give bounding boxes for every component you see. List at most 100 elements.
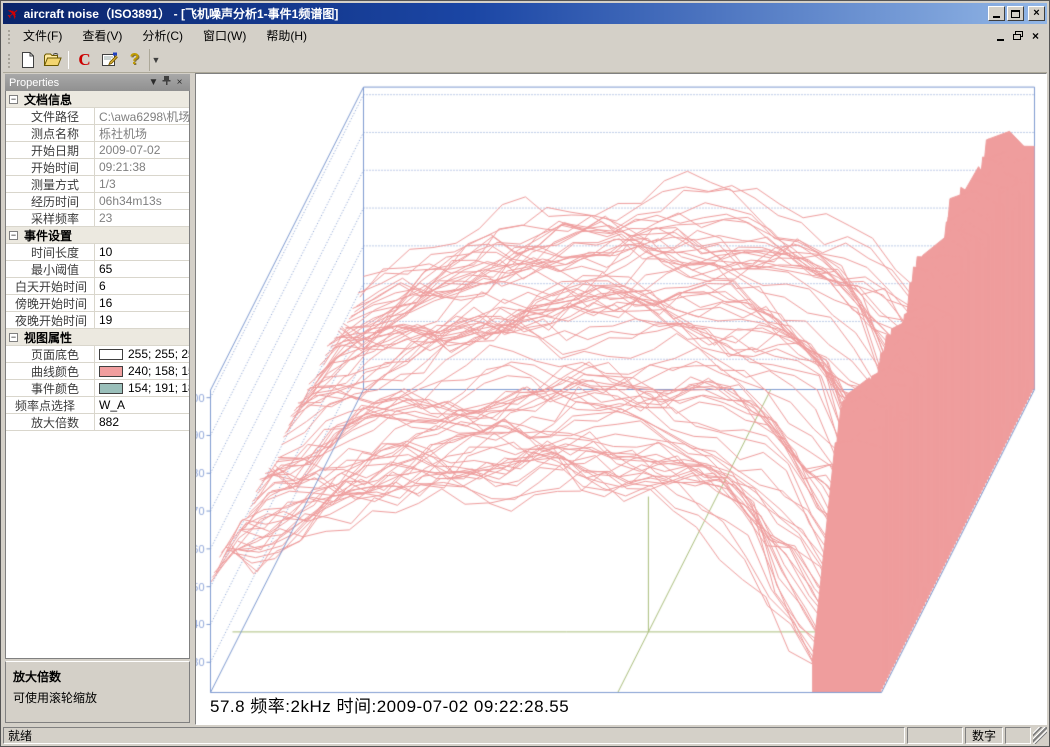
help-button[interactable]: ? (123, 49, 146, 71)
status-cell-num: 数字 (965, 727, 1003, 744)
title-bar[interactable]: ✈ aircraft noise（ISO3891） - [飞机噪声分析1-事件1… (3, 3, 1047, 24)
menubar-grip[interactable] (7, 28, 12, 44)
mdi-minimize-icon[interactable] (997, 39, 1004, 41)
maximize-icon (1011, 10, 1020, 18)
event-color-swatch[interactable] (99, 383, 123, 394)
property-label: 采样频率 (6, 210, 95, 226)
property-row-start-time: 开始时间09:21:38 (6, 159, 189, 176)
status-message: 就绪 (3, 727, 905, 744)
property-value[interactable]: 6 (95, 278, 189, 294)
property-description-text: 可使用滚轮缩放 (13, 689, 182, 706)
section-header-view-props[interactable]: −视图属性 (6, 329, 189, 346)
property-row-measure-mode: 测量方式1/3 (6, 176, 189, 193)
property-value[interactable]: 882 (95, 414, 189, 430)
maximize-button[interactable] (1007, 6, 1024, 21)
property-label: 频率点选择 (6, 397, 95, 413)
property-row-file-path: 文件路径C:\awa6298\机场 (6, 108, 189, 125)
pin-icon[interactable] (160, 75, 173, 91)
properties-panel-title: Properties (9, 77, 147, 89)
c-tool-button[interactable]: C (73, 49, 96, 71)
airplane-icon: ✈ (3, 3, 24, 25)
property-value[interactable]: W_A (95, 397, 189, 413)
property-row-zoom-factor: 放大倍数882 (6, 414, 189, 431)
property-value[interactable]: C:\awa6298\机场 (95, 108, 189, 124)
mdi-restore-icon[interactable] (1013, 31, 1023, 41)
property-row-day-start: 白天开始时间6 (6, 278, 189, 295)
property-value[interactable]: 16 (95, 295, 189, 311)
property-label: 傍晚开始时间 (6, 295, 95, 311)
menu-item-file[interactable]: 文件(F) (15, 26, 70, 46)
property-row-freq-point: 频率点选择W_A (6, 397, 189, 414)
property-label: 白天开始时间 (6, 278, 95, 294)
collapse-icon[interactable]: − (9, 231, 18, 240)
property-row-event-color: 事件颜色154; 191; 18 (6, 380, 189, 397)
properties-button[interactable] (98, 49, 121, 71)
property-value[interactable]: 19 (95, 312, 189, 328)
mdi-close-icon[interactable]: × (1032, 29, 1039, 43)
property-value[interactable]: 154; 191; 18 (95, 380, 189, 396)
app-window: ✈ aircraft noise（ISO3891） - [飞机噪声分析1-事件1… (0, 0, 1050, 747)
close-button[interactable]: × (1028, 6, 1045, 21)
open-file-icon (43, 53, 62, 67)
help-icon: ? (130, 51, 140, 69)
property-label: 事件颜色 (6, 380, 95, 396)
menu-bar: 文件(F)查看(V)分析(C)窗口(W)帮助(H) × (3, 24, 1047, 47)
property-value[interactable]: 240; 158; 15 (95, 363, 189, 379)
collapse-icon[interactable]: − (9, 333, 18, 342)
property-row-evening-start: 傍晚开始时间16 (6, 295, 189, 312)
property-value[interactable]: 2009-07-02 (95, 142, 189, 158)
property-description: 放大倍数 可使用滚轮缩放 (5, 661, 190, 723)
property-grid: −文档信息文件路径C:\awa6298\机场测点名称栎社机场开始日期2009-0… (5, 91, 190, 659)
property-row-night-start: 夜晚开始时间19 (6, 312, 189, 329)
spectrum-view: 57.8 频率:2kHz 时间:2009-07-02 09:22:28.55 (195, 73, 1047, 725)
minimize-button[interactable] (988, 6, 1005, 21)
toolbar-grip[interactable] (7, 52, 12, 68)
properties-panel: Properties ▼ × −文档信息文件路径C:\awa6298\机场测点名… (3, 73, 192, 725)
status-cell-1 (907, 727, 963, 744)
page-color-swatch[interactable] (99, 349, 123, 360)
new-document-button[interactable] (16, 49, 39, 71)
waterfall-chart[interactable] (196, 74, 1045, 724)
property-value[interactable]: 65 (95, 261, 189, 277)
curve-color-swatch[interactable] (99, 366, 123, 377)
menu-item-view[interactable]: 查看(V) (74, 26, 130, 46)
main-content: Properties ▼ × −文档信息文件路径C:\awa6298\机场测点名… (3, 73, 1047, 725)
resize-grip[interactable] (1033, 727, 1047, 744)
property-label: 夜晚开始时间 (6, 312, 95, 328)
section-header-event-settings[interactable]: −事件设置 (6, 227, 189, 244)
property-value[interactable]: 1/3 (95, 176, 189, 192)
property-label: 测量方式 (6, 176, 95, 192)
toolbar-overflow-icon[interactable]: ▼ (149, 49, 162, 71)
close-icon: × (1033, 7, 1039, 20)
panel-close-icon[interactable]: × (173, 75, 186, 90)
chevron-down-icon[interactable]: ▼ (147, 75, 160, 90)
property-value[interactable]: 23 (95, 210, 189, 226)
status-cell-2 (1005, 727, 1031, 744)
property-label: 曲线颜色 (6, 363, 95, 379)
property-value[interactable]: 栎社机场 (95, 125, 189, 141)
property-label: 页面底色 (6, 346, 95, 362)
property-description-title: 放大倍数 (13, 668, 182, 685)
property-label: 经历时间 (6, 193, 95, 209)
property-row-elapsed-time: 经历时间06h34m13s (6, 193, 189, 210)
property-value[interactable]: 09:21:38 (95, 159, 189, 175)
property-label: 开始时间 (6, 159, 95, 175)
property-value[interactable]: 255; 255; 25 (95, 346, 189, 362)
menu-item-analysis[interactable]: 分析(C) (134, 26, 191, 46)
open-file-button[interactable] (41, 49, 64, 71)
property-value[interactable]: 10 (95, 244, 189, 260)
status-bar: 就绪 数字 (3, 725, 1047, 744)
properties-panel-header[interactable]: Properties ▼ × (5, 74, 190, 91)
cursor-readout: 57.8 频率:2kHz 时间:2009-07-02 09:22:28.55 (210, 692, 569, 717)
property-row-time-length: 时间长度10 (6, 244, 189, 261)
section-header-doc-info[interactable]: −文档信息 (6, 91, 189, 108)
section-title: 事件设置 (24, 227, 72, 244)
property-row-sample-rate: 采样频率23 (6, 210, 189, 227)
collapse-icon[interactable]: − (9, 95, 18, 104)
menu-item-window[interactable]: 窗口(W) (195, 26, 254, 46)
property-label: 开始日期 (6, 142, 95, 158)
menu-item-help[interactable]: 帮助(H) (258, 26, 315, 46)
properties-icon (101, 52, 118, 68)
new-document-icon (21, 52, 35, 68)
property-value[interactable]: 06h34m13s (95, 193, 189, 209)
